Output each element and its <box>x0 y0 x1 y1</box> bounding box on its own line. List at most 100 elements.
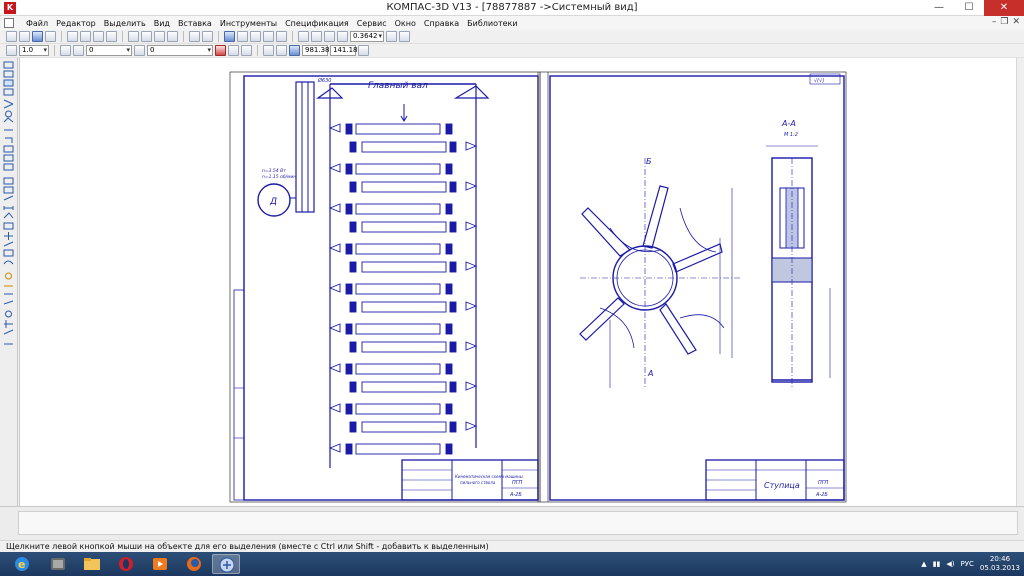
zoom-window-icon[interactable] <box>311 31 322 42</box>
menu-specification[interactable]: Спецификация <box>281 19 353 28</box>
standard-toolbar: 0.3642 <box>0 30 1024 44</box>
grid-icon[interactable] <box>241 45 252 56</box>
toolbar-separator <box>257 45 258 56</box>
tool-icons[interactable] <box>0 58 18 358</box>
toolbar-separator <box>183 31 184 42</box>
kompas-window: K КОМПАС-3D V13 - [78877887 ->Системный … <box>0 0 1024 576</box>
print-icon[interactable] <box>67 31 78 42</box>
ie-icon[interactable]: e <box>8 554 36 574</box>
new-file-icon[interactable] <box>6 31 17 42</box>
drawing-canvas[interactable]: Главный вал Ø630 Д n=3.54 Вт n=1.15 об/м… <box>19 58 1016 506</box>
doc-restore-button[interactable]: ❐ <box>1000 17 1008 27</box>
snap-menu-icon[interactable] <box>228 45 239 56</box>
state-icon[interactable] <box>134 45 145 56</box>
section-scale-label: М 1:2 <box>784 132 798 138</box>
cursor-step-icon[interactable] <box>358 45 369 56</box>
menu-view[interactable]: Вид <box>150 19 174 28</box>
toolbar-separator <box>122 31 123 42</box>
menu-tools[interactable]: Инструменты <box>216 19 281 28</box>
layer-combo[interactable]: 0 <box>147 45 213 56</box>
maximize-button[interactable]: ☐ <box>954 0 984 16</box>
left-stamp-title-2: пильного ствола <box>460 480 496 485</box>
properties-panel-body[interactable] <box>18 511 1018 535</box>
variables-icon[interactable] <box>237 31 248 42</box>
svg-text:e: e <box>18 558 25 571</box>
coord-y-field[interactable]: 141.18 <box>330 45 358 56</box>
network-icon[interactable]: ▮▮ <box>933 560 941 568</box>
menu-select[interactable]: Выделить <box>100 19 150 28</box>
ortho-icon[interactable] <box>276 45 287 56</box>
motor-speed-label: n=1.15 об/мин <box>262 174 296 180</box>
preview-icon[interactable] <box>80 31 91 42</box>
save-icon[interactable] <box>32 31 43 42</box>
current-state-toolbar: 1.0 0 0 981.38 141.18 <box>0 44 1024 58</box>
pulley-diameter-label: Ø630 <box>317 77 331 84</box>
firefox-icon[interactable] <box>180 554 208 574</box>
language-indicator[interactable]: РУС <box>961 560 974 568</box>
measure-icon[interactable] <box>276 31 287 42</box>
toolbar-separator <box>218 31 219 42</box>
style-combo[interactable]: 0 <box>86 45 132 56</box>
local-cs-icon[interactable] <box>263 45 274 56</box>
menu-help[interactable]: Справка <box>420 19 463 28</box>
document-icon[interactable] <box>4 18 14 28</box>
pan-icon[interactable] <box>386 31 397 42</box>
paste-icon[interactable] <box>154 31 165 42</box>
menu-file[interactable]: Файл <box>22 19 52 28</box>
undo-icon[interactable] <box>189 31 200 42</box>
menu-window[interactable]: Окно <box>391 19 420 28</box>
taskbar-clock[interactable]: 20:46 05.03.2013 <box>980 555 1020 573</box>
drawing-sheets[interactable]: Главный вал Ø630 Д n=3.54 Вт n=1.15 об/м… <box>20 58 1017 506</box>
snap-icon[interactable] <box>215 45 226 56</box>
style-icon[interactable] <box>73 45 84 56</box>
menu-editor[interactable]: Редактор <box>52 19 100 28</box>
minimize-button[interactable]: — <box>924 0 954 16</box>
kompas-taskbar-icon[interactable] <box>212 554 240 574</box>
zoom-combo[interactable]: 0.3642 <box>350 31 384 42</box>
copy-icon[interactable] <box>141 31 152 42</box>
motor-power-label: n=3.54 Вт <box>262 168 286 174</box>
properties-icon[interactable] <box>93 31 104 42</box>
media-player-icon[interactable] <box>146 554 174 574</box>
zoom-in-icon[interactable] <box>298 31 309 42</box>
close-button[interactable]: ✕ <box>984 0 1024 16</box>
system-tray: ▲ ▮▮ ◀) РУС 20:46 05.03.2013 <box>921 554 1020 574</box>
explorer-icon[interactable] <box>78 554 106 574</box>
tray-flag-icon[interactable]: ▲ <box>921 560 926 568</box>
clock-time: 20:46 <box>989 555 1011 563</box>
view-mark-top: Б <box>646 157 652 166</box>
cursor-coords-icon[interactable] <box>289 45 300 56</box>
save-all-icon[interactable] <box>45 31 56 42</box>
view-mark-bottom: А <box>647 369 653 378</box>
library-icon[interactable] <box>224 31 235 42</box>
properties-panel <box>0 506 1024 540</box>
format-paint-icon[interactable] <box>167 31 178 42</box>
scale-icon[interactable] <box>6 45 17 56</box>
doc-minimize-button[interactable]: – <box>992 17 997 27</box>
motor-label: Д <box>269 197 277 207</box>
redo-icon[interactable] <box>202 31 213 42</box>
opera-icon[interactable] <box>112 554 140 574</box>
doc-close-button[interactable]: ✕ <box>1012 17 1020 27</box>
vertical-scrollbar[interactable] <box>1016 58 1024 506</box>
zoom-all-icon[interactable] <box>337 31 348 42</box>
tanks-game-icon[interactable] <box>44 554 72 574</box>
function-icon[interactable] <box>250 31 261 42</box>
open-file-icon[interactable] <box>19 31 30 42</box>
window-title: КОМПАС-3D V13 - [78877887 ->Системный ви… <box>386 2 638 13</box>
menu-service[interactable]: Сервис <box>353 19 391 28</box>
zoom-out-icon[interactable] <box>324 31 335 42</box>
coord-x-field[interactable]: 981.38 <box>302 45 330 56</box>
layer-icon[interactable] <box>60 45 71 56</box>
cut-icon[interactable] <box>128 31 139 42</box>
toolbar-separator <box>61 31 62 42</box>
menu-libraries[interactable]: Библиотеки <box>463 19 521 28</box>
menu-bar: Файл Редактор Выделить Вид Вставка Инстр… <box>0 16 1024 30</box>
manager-icon[interactable] <box>106 31 117 42</box>
right-stamp-code-1: ПГП <box>818 480 829 486</box>
help-pointer-icon[interactable] <box>263 31 274 42</box>
refresh-icon[interactable] <box>399 31 410 42</box>
volume-icon[interactable]: ◀) <box>946 560 954 568</box>
scale-combo[interactable]: 1.0 <box>19 45 49 56</box>
menu-insert[interactable]: Вставка <box>174 19 216 28</box>
